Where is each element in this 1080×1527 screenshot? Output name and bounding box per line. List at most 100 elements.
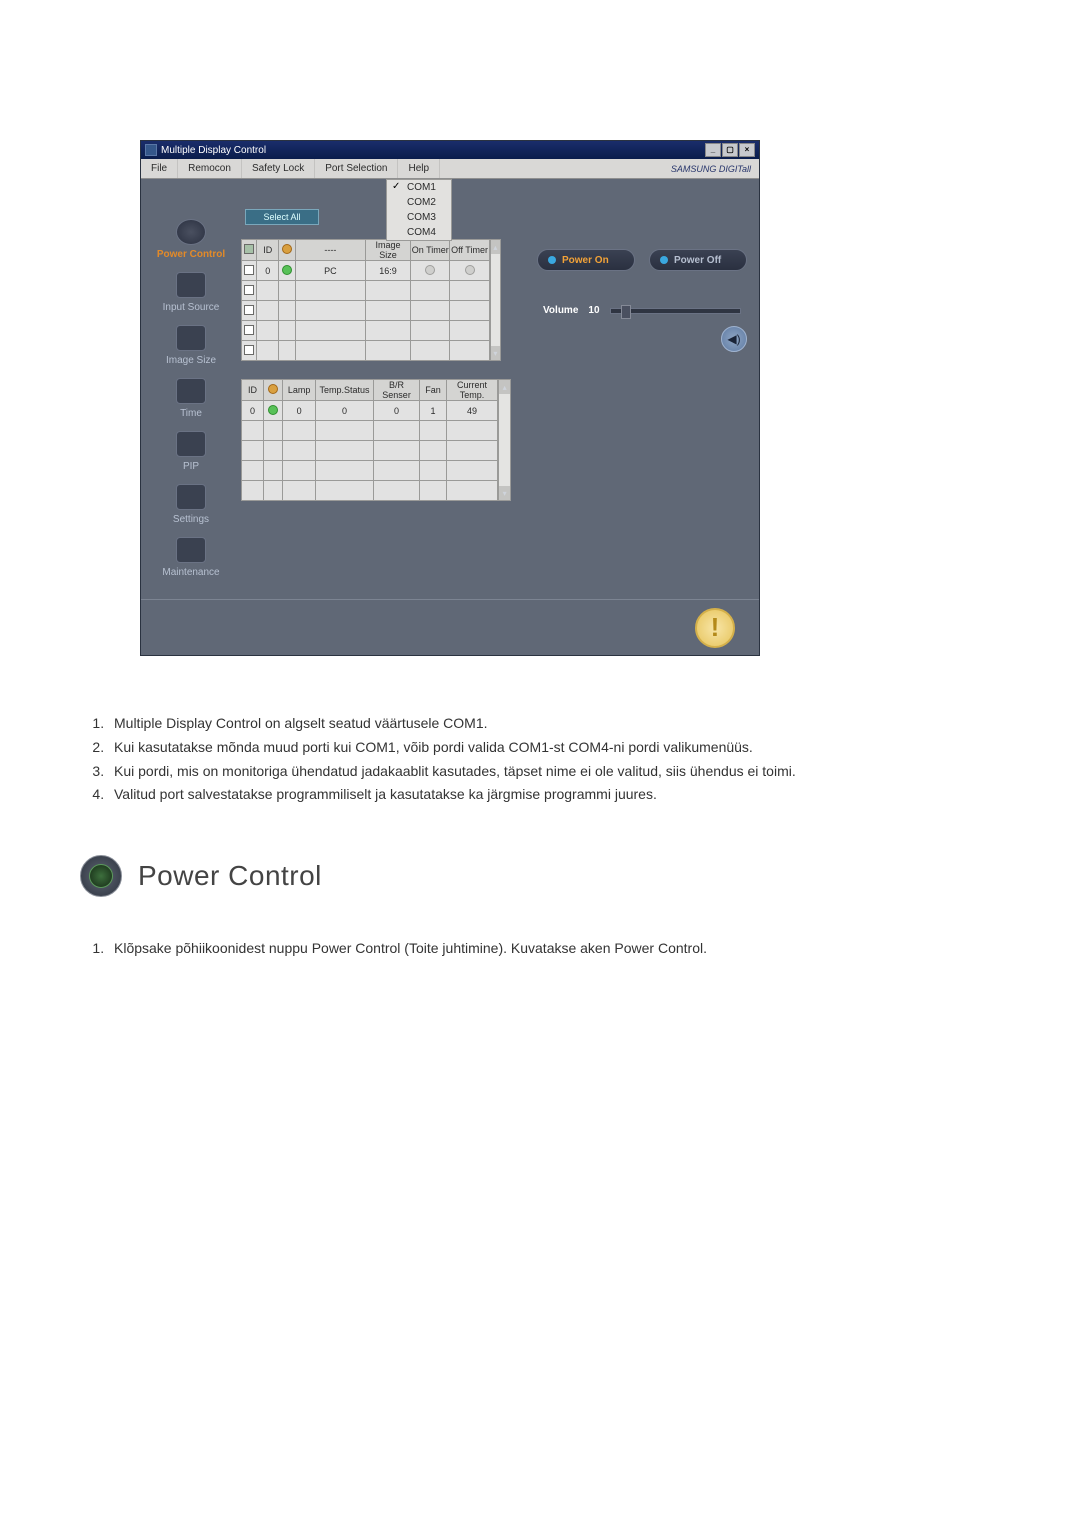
port-dropdown: COM1 COM2 COM3 COM4 xyxy=(386,179,452,241)
col-off-timer: Off Timer xyxy=(450,240,489,261)
power-on-button[interactable]: Power On xyxy=(537,249,635,271)
col-image-size: Image Size xyxy=(365,240,410,261)
brand-label: SAMSUNG DIGITall xyxy=(663,159,759,178)
menu-file[interactable]: File xyxy=(141,159,178,178)
menu-help[interactable]: Help xyxy=(398,159,440,178)
menu-safety-lock[interactable]: Safety Lock xyxy=(242,159,315,178)
display-list-table-wrap: ID ---- Image Size On Timer Off Timer 0 … xyxy=(241,239,501,361)
restore-button[interactable]: ▢ xyxy=(722,143,738,157)
sidebar-item-label: Time xyxy=(145,408,237,419)
row-checkbox[interactable] xyxy=(244,285,254,295)
col-br-senser: B/R Senser xyxy=(373,380,419,401)
cell-lamp: 0 xyxy=(283,401,316,421)
status-table-wrap: ID Lamp Temp.Status B/R Senser Fan Curre… xyxy=(241,379,511,501)
table-row[interactable]: 0 PC 16:9 xyxy=(242,261,490,281)
sidebar-item-label: Input Source xyxy=(145,302,237,313)
led-icon xyxy=(548,256,556,264)
row-checkbox[interactable] xyxy=(244,265,254,275)
checkbox-icon[interactable] xyxy=(244,244,254,254)
volume-value: 10 xyxy=(588,305,599,316)
table-scrollbar[interactable]: ▴ ▾ xyxy=(490,239,501,361)
app-icon xyxy=(145,144,157,156)
cell-id: 0 xyxy=(242,401,264,421)
list-item: Kui pordi, mis on monitoriga ühendatud j… xyxy=(108,760,1000,784)
bottom-bar: ! xyxy=(141,599,759,655)
cell-source: PC xyxy=(295,261,365,281)
display-list-table: ID ---- Image Size On Timer Off Timer 0 … xyxy=(241,239,490,361)
dropdown-item-com1[interactable]: COM1 xyxy=(387,180,451,195)
col-temp-status: Temp.Status xyxy=(316,380,374,401)
col-lamp: Lamp xyxy=(283,380,316,401)
sidebar: Power Control Input Source Image Size Ti… xyxy=(141,179,241,599)
table-row[interactable] xyxy=(242,441,498,461)
row-checkbox[interactable] xyxy=(244,325,254,335)
dropdown-item-com3[interactable]: COM3 xyxy=(387,210,451,225)
scroll-down-icon[interactable]: ▾ xyxy=(491,346,500,360)
main-area: Select All Busy Power On Power Off xyxy=(241,179,759,599)
scroll-up-icon[interactable]: ▴ xyxy=(491,240,500,254)
volume-slider[interactable] xyxy=(610,308,741,314)
sidebar-item-power-control[interactable]: Power Control xyxy=(145,219,237,260)
power-control-icon xyxy=(176,219,206,245)
sidebar-item-label: Settings xyxy=(145,514,237,525)
col-power xyxy=(278,240,295,261)
col-fan: Fan xyxy=(420,380,447,401)
speaker-icon[interactable]: ◀) xyxy=(721,326,747,352)
section-header-row: Power Control xyxy=(80,855,1000,897)
list-item: Klõpsake põhiikoonidest nuppu Power Cont… xyxy=(108,937,1000,961)
status-table: ID Lamp Temp.Status B/R Senser Fan Curre… xyxy=(241,379,498,501)
instruction-list-1: Multiple Display Control on algselt seat… xyxy=(108,712,1000,807)
scroll-up-icon[interactable]: ▴ xyxy=(499,380,510,394)
power-icon xyxy=(268,384,278,394)
sidebar-item-input-source[interactable]: Input Source xyxy=(145,272,237,313)
table-row[interactable] xyxy=(242,341,490,361)
scroll-down-icon[interactable]: ▾ xyxy=(499,486,510,500)
menu-remocon[interactable]: Remocon xyxy=(178,159,242,178)
table-row[interactable] xyxy=(242,281,490,301)
sidebar-item-time[interactable]: Time xyxy=(145,378,237,419)
scroll-track[interactable] xyxy=(491,254,500,346)
cell-id: 0 xyxy=(257,261,279,281)
sidebar-item-pip[interactable]: PIP xyxy=(145,431,237,472)
image-size-icon xyxy=(176,325,206,351)
table-row[interactable] xyxy=(242,481,498,501)
power-on-label: Power On xyxy=(562,255,609,266)
select-all-button[interactable]: Select All xyxy=(245,209,319,225)
close-button[interactable]: × xyxy=(739,143,755,157)
warning-icon: ! xyxy=(695,608,735,648)
pip-icon xyxy=(176,431,206,457)
table-row[interactable] xyxy=(242,461,498,481)
table-row[interactable] xyxy=(242,321,490,341)
volume-row: Volume 10 xyxy=(537,305,747,316)
table-row[interactable] xyxy=(242,301,490,321)
row-checkbox[interactable] xyxy=(244,345,254,355)
power-icon xyxy=(282,244,292,254)
col-power xyxy=(264,380,283,401)
timer-led-icon xyxy=(465,265,475,275)
sidebar-item-label: Image Size xyxy=(145,355,237,366)
menu-port-selection[interactable]: Port Selection xyxy=(315,159,398,178)
cell-fan: 1 xyxy=(420,401,447,421)
power-led-icon xyxy=(268,405,278,415)
scroll-track[interactable] xyxy=(499,394,510,486)
dropdown-item-com2[interactable]: COM2 xyxy=(387,195,451,210)
list-item: Valitud port salvestatakse programmilise… xyxy=(108,783,1000,807)
power-icon xyxy=(89,864,113,888)
minimize-button[interactable]: _ xyxy=(705,143,721,157)
dropdown-item-com4[interactable]: COM4 xyxy=(387,225,451,240)
sidebar-item-settings[interactable]: Settings xyxy=(145,484,237,525)
sidebar-item-image-size[interactable]: Image Size xyxy=(145,325,237,366)
table-row[interactable]: 0 0 0 0 1 49 xyxy=(242,401,498,421)
table-scrollbar[interactable]: ▴ ▾ xyxy=(498,379,511,501)
table-row[interactable] xyxy=(242,421,498,441)
sidebar-item-maintenance[interactable]: Maintenance xyxy=(145,537,237,578)
row-checkbox[interactable] xyxy=(244,305,254,315)
cell-current-temp: 49 xyxy=(446,401,497,421)
sidebar-item-label: Maintenance xyxy=(145,567,237,578)
list-item: Multiple Display Control on algselt seat… xyxy=(108,712,1000,736)
volume-handle[interactable] xyxy=(621,305,631,319)
col-id: ID xyxy=(242,380,264,401)
volume-label: Volume xyxy=(543,305,578,316)
power-off-button[interactable]: Power Off xyxy=(649,249,747,271)
col-on-timer: On Timer xyxy=(411,240,450,261)
